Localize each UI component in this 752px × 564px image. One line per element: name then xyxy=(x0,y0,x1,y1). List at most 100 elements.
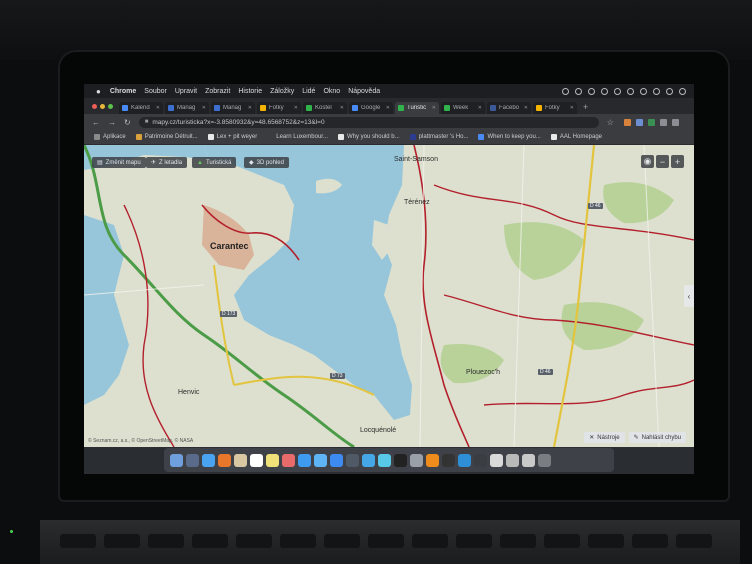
menu-people[interactable]: Lidé xyxy=(302,88,315,95)
contacts-icon[interactable] xyxy=(234,453,247,467)
bookmark-item[interactable]: Lex + pit weyer xyxy=(207,134,257,140)
menu-bookmarks[interactable]: Záložky xyxy=(270,88,294,95)
notes-icon[interactable] xyxy=(266,453,279,467)
firefox-icon[interactable] xyxy=(218,453,231,467)
bookmark-item[interactable]: When to keep you... xyxy=(478,134,541,140)
calendar-icon[interactable] xyxy=(250,453,263,467)
panel-expand-icon[interactable]: ‹ xyxy=(684,285,694,307)
mail-icon[interactable] xyxy=(314,453,327,467)
tools-button[interactable]: ✕ Nástroje xyxy=(584,432,625,443)
reload-icon[interactable]: ↻ xyxy=(124,118,131,127)
zoom-window-button[interactable] xyxy=(108,104,113,109)
tab-close-icon[interactable]: ✕ xyxy=(432,105,436,111)
menu-edit[interactable]: Upravit xyxy=(175,88,197,95)
minimize-window-button[interactable] xyxy=(100,104,105,109)
tab-close-icon[interactable]: ✕ xyxy=(156,105,160,111)
tab-close-icon[interactable]: ✕ xyxy=(386,105,390,111)
report-error-button[interactable]: ✎ Nahlásit chybu xyxy=(628,432,686,443)
dropbox-icon[interactable] xyxy=(562,87,569,95)
extension-icon[interactable] xyxy=(659,118,667,126)
browser-tab[interactable]: Fotky ✕ xyxy=(257,102,301,114)
skype-icon[interactable] xyxy=(458,453,471,467)
terminal-icon[interactable] xyxy=(394,453,407,467)
airplay-icon[interactable] xyxy=(614,87,621,95)
forward-arrow-icon[interactable]: → xyxy=(108,118,116,127)
photos-icon[interactable] xyxy=(282,453,295,467)
extension-icon[interactable] xyxy=(647,118,655,126)
new-tab-icon[interactable]: + xyxy=(583,102,588,112)
document-icon[interactable] xyxy=(506,453,519,467)
star-icon[interactable]: ☆ xyxy=(607,118,614,127)
chrome-icon[interactable] xyxy=(330,453,343,467)
battery-icon[interactable] xyxy=(640,87,647,95)
app-store-icon[interactable] xyxy=(298,453,311,467)
document-icon[interactable] xyxy=(490,453,503,467)
cube-icon: ◆ xyxy=(249,160,254,166)
activity-monitor-icon[interactable] xyxy=(442,453,455,467)
tab-title: Turistic xyxy=(407,105,427,111)
tab-close-icon[interactable]: ✕ xyxy=(478,105,482,111)
tab-close-icon[interactable]: ✕ xyxy=(570,105,574,111)
tourist-map-button[interactable]: ▲ Turistická xyxy=(192,157,237,168)
preview-icon[interactable] xyxy=(362,453,375,467)
vlc-icon[interactable] xyxy=(426,453,439,467)
bookmark-item[interactable]: AAL Homepage xyxy=(550,134,602,140)
browser-tab[interactable]: Fotky ✕ xyxy=(533,102,577,114)
menu-list-icon[interactable] xyxy=(679,87,686,95)
aerial-map-button[interactable]: ✈ Z letadla xyxy=(146,157,188,168)
tab-favicon-icon xyxy=(444,105,450,111)
browser-tab[interactable]: Facebo ✕ xyxy=(487,102,531,114)
browser-tab[interactable]: Turistic ✕ xyxy=(395,102,439,114)
user-icon[interactable] xyxy=(666,87,673,95)
finder-icon[interactable] xyxy=(170,453,183,467)
safari-icon[interactable] xyxy=(202,453,215,467)
menu-app-name[interactable]: Chrome xyxy=(110,88,136,95)
menu-view[interactable]: Zobrazit xyxy=(205,88,230,95)
flag-icon[interactable] xyxy=(575,87,582,95)
change-map-button[interactable]: ▤ Změnit mapu xyxy=(92,157,146,168)
bookmark-item[interactable]: Learn Luxembour... xyxy=(267,134,328,140)
tab-close-icon[interactable]: ✕ xyxy=(340,105,344,111)
more-menu-icon[interactable] xyxy=(671,118,679,126)
close-window-button[interactable] xyxy=(92,104,97,109)
tab-close-icon[interactable]: ✕ xyxy=(524,105,528,111)
extension-icon[interactable] xyxy=(635,118,643,126)
tab-close-icon[interactable]: ✕ xyxy=(202,105,206,111)
browser-tab[interactable]: Kalend ✕ xyxy=(119,102,163,114)
browser-tab[interactable]: Week ✕ xyxy=(441,102,485,114)
browser-tab[interactable]: Google ✕ xyxy=(349,102,393,114)
bookmark-item[interactable]: Aplikace xyxy=(94,134,126,140)
menu-history[interactable]: Historie xyxy=(238,88,262,95)
volume-icon[interactable] xyxy=(627,87,634,95)
skype-like-icon[interactable] xyxy=(378,453,391,467)
menu-window[interactable]: Okno xyxy=(323,88,340,95)
map-canvas[interactable]: ▤ Změnit mapu ✈ Z letadla ▲ Turistická ◆… xyxy=(84,145,694,447)
menu-file[interactable]: Soubor xyxy=(144,88,167,95)
locate-icon[interactable]: ◉ xyxy=(641,155,654,168)
zoom-in-button[interactable]: + xyxy=(671,155,684,168)
zoom-out-button[interactable]: − xyxy=(656,155,669,168)
search-icon[interactable] xyxy=(653,87,660,95)
bookmark-item[interactable]: plattmaster 's Ho... xyxy=(409,134,468,140)
extension-icon[interactable] xyxy=(623,118,631,126)
browser-tab[interactable]: Manag ✕ xyxy=(211,102,255,114)
trash-icon[interactable] xyxy=(538,453,551,467)
system-preferences-icon[interactable] xyxy=(410,453,423,467)
menu-help[interactable]: Nápověda xyxy=(348,88,380,95)
tab-close-icon[interactable]: ✕ xyxy=(294,105,298,111)
tab-favicon-icon xyxy=(306,105,312,111)
document-icon[interactable] xyxy=(522,453,535,467)
apple-icon[interactable]: ● xyxy=(96,87,101,96)
view-3d-button[interactable]: ◆ 3D pohled xyxy=(244,157,289,168)
app-icon[interactable] xyxy=(474,453,487,467)
browser-tab[interactable]: Kostel ✕ xyxy=(303,102,347,114)
back-arrow-icon[interactable]: ← xyxy=(92,118,100,127)
clock-icon[interactable] xyxy=(588,87,595,95)
bookmark-item[interactable]: Patrimoine Détruit... xyxy=(135,134,198,140)
bookmark-item[interactable]: Why you should b... xyxy=(337,134,400,140)
wifi-icon[interactable] xyxy=(601,87,608,95)
tab-close-icon[interactable]: ✕ xyxy=(248,105,252,111)
address-bar[interactable]: ■ mapy.cz/turisticka?x=-3.8580932&y=48.6… xyxy=(138,116,599,128)
browser-tab[interactable]: Manag ✕ xyxy=(165,102,209,114)
launchpad-icon[interactable] xyxy=(186,453,199,467)
